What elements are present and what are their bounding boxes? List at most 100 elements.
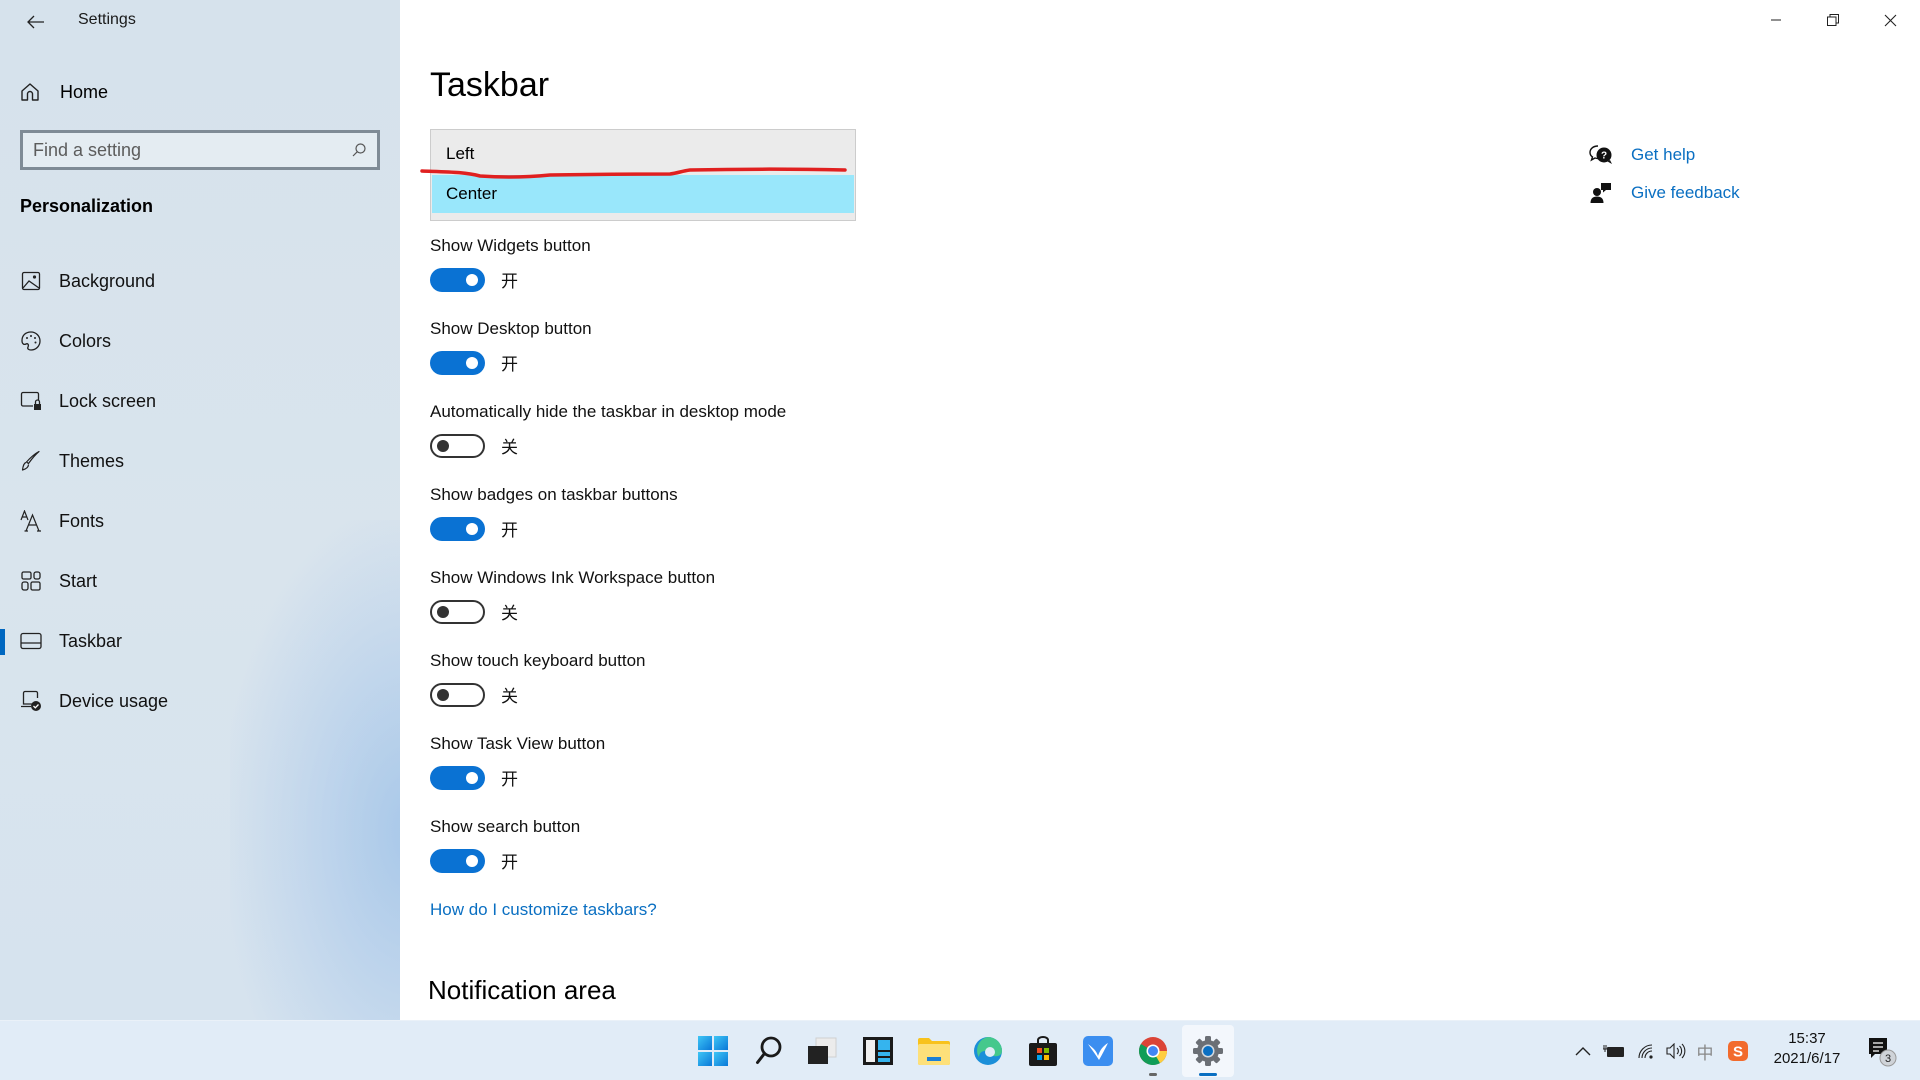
home-label: Home bbox=[60, 81, 109, 102]
clock-time: 15:37 bbox=[1788, 1030, 1826, 1047]
toggle-switch[interactable] bbox=[430, 682, 485, 707]
home-nav[interactable]: Home bbox=[20, 74, 108, 110]
toggle-setting: Show badges on taskbar buttons 开 bbox=[430, 485, 678, 541]
sidebar-item-taskbar[interactable]: Taskbar bbox=[0, 618, 400, 664]
taskbar-search-button[interactable] bbox=[743, 1025, 795, 1077]
toggle-state-text: 开 bbox=[501, 853, 518, 873]
taskbar-widgets-button[interactable] bbox=[852, 1025, 904, 1077]
sidebar-item-lock-screen[interactable]: Lock screen bbox=[0, 378, 400, 424]
taskbar-start-button[interactable] bbox=[687, 1025, 739, 1077]
get-help-link[interactable]: ? Get help bbox=[1588, 136, 1740, 174]
notification-center-button[interactable]: 3 bbox=[1862, 1021, 1902, 1080]
section-title: Personalization bbox=[20, 196, 154, 216]
toggle-switch[interactable] bbox=[430, 350, 485, 375]
get-help-icon: ? bbox=[1588, 144, 1614, 166]
sidebar: Settings Home Personalization Background… bbox=[0, 0, 400, 1020]
toggle-row: 开 bbox=[430, 765, 518, 790]
search-box[interactable] bbox=[20, 130, 380, 170]
toggle-switch[interactable] bbox=[430, 516, 485, 541]
toggle-switch[interactable] bbox=[430, 848, 485, 873]
taskbar-edge-button[interactable] bbox=[962, 1025, 1014, 1077]
alignment-dropdown-list[interactable]: Left Center bbox=[430, 129, 856, 221]
dropdown-option-center[interactable]: Center bbox=[432, 175, 854, 213]
sidebar-item-colors[interactable]: Colors bbox=[0, 318, 400, 364]
taskbar-file-explorer-button[interactable] bbox=[908, 1025, 960, 1077]
lock-screen-icon bbox=[20, 390, 42, 412]
taskbar-store-button[interactable] bbox=[1017, 1025, 1069, 1077]
store-icon bbox=[1029, 1036, 1057, 1066]
show-hidden-icons-button[interactable] bbox=[1572, 1021, 1594, 1080]
toggle-setting: Automatically hide the taskbar in deskto… bbox=[430, 402, 787, 458]
battery-icon bbox=[1603, 1045, 1624, 1057]
sidebar-item-themes[interactable]: Themes bbox=[0, 438, 400, 484]
customize-taskbars-link[interactable]: How do I customize taskbars? bbox=[430, 900, 657, 920]
sidebar-item-label: Start bbox=[59, 570, 98, 591]
give-feedback-icon bbox=[1588, 182, 1614, 204]
minimize-button[interactable] bbox=[1748, 0, 1804, 40]
sidebar-item-label: Background bbox=[59, 270, 156, 291]
toggle-switch[interactable] bbox=[430, 433, 485, 458]
fonts-icon bbox=[20, 510, 42, 532]
home-icon bbox=[21, 83, 39, 101]
ime-indicator[interactable]: 中 bbox=[1692, 1021, 1718, 1080]
restore-button[interactable] bbox=[1805, 0, 1861, 40]
windows-start-icon bbox=[698, 1036, 728, 1066]
back-button[interactable] bbox=[16, 6, 56, 38]
toggle-knob bbox=[466, 854, 478, 867]
dropdown-option-left[interactable]: Left bbox=[432, 132, 854, 176]
toggle-setting: Show Desktop button 开 bbox=[430, 319, 592, 375]
sidebar-item-device-usage[interactable]: Device usage bbox=[0, 678, 400, 724]
sidebar-item-fonts[interactable]: Fonts bbox=[0, 498, 400, 544]
setting-label: Show badges on taskbar buttons bbox=[430, 485, 678, 504]
active-indicator bbox=[1199, 1073, 1217, 1076]
toggle-setting: Show Windows Ink Workspace button 关 bbox=[430, 568, 715, 624]
notification-count-badge: 3 bbox=[1885, 1053, 1891, 1065]
toggle-switch[interactable] bbox=[430, 765, 485, 790]
close-button[interactable] bbox=[1862, 0, 1918, 40]
sidebar-item-label: Colors bbox=[59, 330, 112, 351]
network-button[interactable] bbox=[1632, 1021, 1660, 1080]
sogou-ime-button[interactable]: S bbox=[1724, 1021, 1752, 1080]
toggle-switch[interactable] bbox=[430, 599, 485, 624]
brush-icon bbox=[20, 450, 42, 472]
toggle-state-text: 关 bbox=[501, 687, 518, 707]
toggle-row: 关 bbox=[430, 682, 518, 707]
clock[interactable]: 15:37 2021/6/17 bbox=[1762, 1029, 1852, 1069]
toggle-knob bbox=[437, 605, 449, 618]
bird-app-icon bbox=[1083, 1036, 1113, 1066]
sidebar-item-label: Themes bbox=[59, 450, 125, 471]
taskbar-bird-app-button[interactable] bbox=[1072, 1025, 1124, 1077]
image-icon bbox=[20, 270, 42, 292]
toggle-switch[interactable] bbox=[430, 267, 485, 292]
sidebar-item-label: Taskbar bbox=[59, 630, 123, 651]
get-help-label: Get help bbox=[1631, 145, 1696, 164]
taskbar-task-view-button[interactable] bbox=[796, 1025, 848, 1077]
toggle-knob bbox=[466, 273, 478, 286]
setting-label: Show Task View button bbox=[430, 734, 606, 753]
chevron-up-icon bbox=[1575, 1047, 1591, 1056]
side-links: ? Get help Give feedback bbox=[1588, 136, 1740, 212]
toggle-row: 开 bbox=[430, 516, 518, 541]
widgets-icon bbox=[863, 1037, 893, 1065]
taskbar-chrome-button[interactable] bbox=[1127, 1025, 1179, 1077]
sidebar-item-start[interactable]: Start bbox=[0, 558, 400, 604]
battery-button[interactable] bbox=[1600, 1021, 1628, 1080]
search-icon[interactable] bbox=[351, 142, 367, 158]
setting-label: Show Widgets button bbox=[430, 236, 591, 255]
toggle-knob bbox=[466, 522, 478, 535]
toggle-state-text: 开 bbox=[501, 355, 518, 375]
toggle-setting: Show search button 开 bbox=[430, 817, 580, 873]
restore-icon bbox=[1827, 14, 1839, 26]
notification-area-heading: Notification area bbox=[428, 975, 616, 1005]
palette-icon bbox=[20, 330, 42, 352]
setting-label: Automatically hide the taskbar in deskto… bbox=[430, 402, 787, 421]
sidebar-item-background[interactable]: Background bbox=[0, 258, 400, 304]
give-feedback-link[interactable]: Give feedback bbox=[1588, 174, 1740, 212]
toggle-state-text: 关 bbox=[501, 438, 518, 458]
search-input[interactable] bbox=[33, 139, 351, 161]
folder-icon bbox=[918, 1038, 950, 1065]
toggle-knob bbox=[437, 439, 449, 452]
taskbar-settings-button[interactable] bbox=[1182, 1025, 1234, 1077]
volume-button[interactable] bbox=[1662, 1021, 1690, 1080]
svg-text:S: S bbox=[1733, 1044, 1743, 1061]
